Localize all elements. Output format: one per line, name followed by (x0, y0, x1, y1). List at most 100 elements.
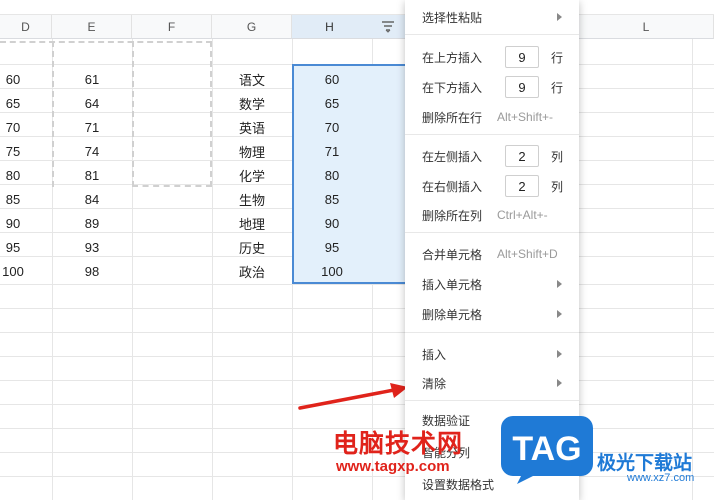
menu-item-insert-cells[interactable]: 插入单元格 (405, 269, 579, 299)
cell-e[interactable]: 84 (52, 187, 132, 211)
menu-item-clear[interactable]: 清除 (405, 368, 579, 398)
menu-item-paste-special[interactable]: 选择性粘贴 (405, 2, 579, 32)
cell-h[interactable]: 70 (292, 115, 372, 139)
tag-logo: TAG (501, 416, 593, 484)
cell-d[interactable]: 100 (0, 259, 26, 283)
insert-left-count-input[interactable]: 2 (505, 145, 539, 167)
grid-line (0, 332, 714, 333)
cell-g[interactable]: 英语 (212, 115, 292, 139)
cell-h[interactable]: 71 (292, 139, 372, 163)
cell-e[interactable]: 93 (52, 235, 132, 259)
insert-above-count-input[interactable]: 9 (505, 46, 539, 68)
cell-d[interactable]: 75 (0, 139, 26, 163)
column-l-label: L (642, 19, 650, 34)
cell-g[interactable]: 物理 (212, 139, 292, 163)
chevron-right-icon (557, 379, 562, 387)
unit-label: 行 (551, 80, 564, 95)
column-e-label: E (87, 19, 96, 34)
menu-item-merge[interactable]: 合并单元格 Alt+Shift+D (405, 239, 579, 269)
cell-h[interactable]: 100 (292, 259, 372, 283)
insert-below-count-input[interactable]: 9 (505, 76, 539, 98)
menu-item-insert[interactable]: 插入 (405, 339, 579, 369)
cell-h[interactable]: 60 (292, 67, 372, 91)
cell-d[interactable]: 60 (0, 67, 26, 91)
cell-g[interactable]: 政治 (212, 259, 292, 283)
cell-e[interactable]: 71 (52, 115, 132, 139)
column-h-label: H (325, 19, 334, 34)
chevron-right-icon (557, 350, 562, 358)
menu-item-insert-above[interactable]: 在上方插入 9 行 (405, 42, 579, 72)
cell-e[interactable]: 98 (52, 259, 132, 283)
cell-e[interactable]: 64 (52, 91, 132, 115)
menu-item-insert-right[interactable]: 在右侧插入 2 列 (405, 171, 579, 201)
menu-item-label: 删除单元格 (422, 307, 483, 322)
menu-separator (405, 232, 579, 233)
column-f-label: F (167, 19, 176, 34)
unit-label: 列 (551, 149, 564, 164)
shortcut-label: Ctrl+Alt+- (497, 208, 548, 222)
shortcut-label: Alt+Shift+- (497, 110, 554, 124)
column-header-g[interactable]: G (212, 15, 292, 39)
cell-h[interactable]: 95 (292, 235, 372, 259)
menu-item-delete-cells[interactable]: 删除单元格 (405, 299, 579, 329)
cell-e[interactable]: 81 (52, 163, 132, 187)
cell-e[interactable]: 74 (52, 139, 132, 163)
cell-e[interactable]: 89 (52, 211, 132, 235)
menu-separator (405, 332, 579, 333)
insert-right-count-input[interactable]: 2 (505, 175, 539, 197)
menu-item-delete-col[interactable]: 删除所在列 Ctrl+Alt+- (405, 200, 579, 230)
shortcut-label: Alt+Shift+D (497, 247, 558, 261)
cell-g[interactable]: 语文 (212, 67, 292, 91)
cell-d[interactable]: 90 (0, 211, 26, 235)
cell-g[interactable]: 化学 (212, 163, 292, 187)
cell-d[interactable]: 65 (0, 91, 26, 115)
filter-icon[interactable] (381, 21, 395, 33)
menu-item-label: 在左侧插入 (422, 149, 483, 164)
menu-item-label: 删除所在列 (422, 208, 483, 223)
column-header-d[interactable]: D (0, 15, 52, 39)
watermark-right-title: 极光下载站 (597, 452, 693, 474)
menu-item-insert-left[interactable]: 在左侧插入 2 列 (405, 141, 579, 171)
menu-item-label: 设置数据格式 (422, 477, 495, 492)
menu-item-label: 插入 (422, 347, 447, 362)
column-header-f[interactable]: F (132, 15, 212, 39)
cell-h[interactable]: 65 (292, 91, 372, 115)
column-g-label: G (246, 19, 257, 34)
cell-g[interactable]: 地理 (212, 211, 292, 235)
cell-h[interactable]: 85 (292, 187, 372, 211)
menu-separator (405, 34, 579, 35)
menu-item-label: 选择性粘贴 (422, 10, 483, 25)
grid-line (0, 308, 714, 309)
cell-g[interactable]: 数学 (212, 91, 292, 115)
menu-item-label: 合并单元格 (422, 247, 483, 262)
menu-item-delete-row[interactable]: 删除所在行 Alt+Shift+- (405, 102, 579, 132)
watermark-title: 电脑技术网 (333, 429, 464, 458)
menu-separator (405, 134, 579, 135)
grid-line (0, 476, 714, 477)
cell-d[interactable]: 85 (0, 187, 26, 211)
chevron-right-icon (557, 310, 562, 318)
cell-d[interactable]: 70 (0, 115, 26, 139)
menu-item-label: 插入单元格 (422, 277, 483, 292)
grid-line (692, 39, 693, 500)
column-header-h[interactable]: H (292, 15, 408, 39)
cell-g[interactable]: 生物 (212, 187, 292, 211)
grid-line (0, 356, 714, 357)
cell-h[interactable]: 80 (292, 163, 372, 187)
cell-d[interactable]: 80 (0, 163, 26, 187)
chevron-right-icon (557, 280, 562, 288)
unit-label: 行 (551, 50, 564, 65)
chevron-right-icon (557, 13, 562, 21)
menu-item-label: 在上方插入 (422, 50, 483, 65)
cell-d[interactable]: 95 (0, 235, 26, 259)
menu-item-insert-below[interactable]: 在下方插入 9 行 (405, 72, 579, 102)
menu-item-label: 删除所在行 (422, 110, 483, 125)
column-header-l[interactable]: L (579, 15, 714, 39)
cell-g[interactable]: 历史 (212, 235, 292, 259)
menu-item-label: 在下方插入 (422, 80, 483, 95)
cell-e[interactable]: 61 (52, 67, 132, 91)
column-header-e[interactable]: E (52, 15, 132, 39)
top-strip (0, 0, 714, 15)
cell-h[interactable]: 90 (292, 211, 372, 235)
grid-line (0, 284, 714, 285)
